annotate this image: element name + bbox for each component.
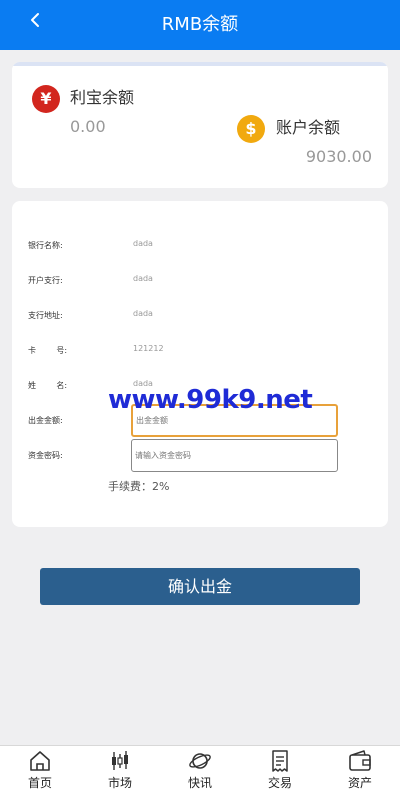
fund-password-input[interactable]: [131, 439, 338, 472]
candlestick-icon: [112, 751, 128, 770]
bottom-tab-bar: 首页 市场 快讯 交易 资产: [0, 745, 400, 800]
planet-icon: [189, 753, 211, 769]
account-balance-label: 账户余额: [276, 118, 341, 137]
yen-coin-icon: ¥: [32, 85, 60, 113]
branch-value: dada: [133, 274, 153, 283]
branch-label: 开户支行:: [28, 276, 63, 285]
card-number-label: 卡 号:: [28, 346, 68, 355]
confirm-withdraw-button[interactable]: 确认出金: [40, 568, 360, 605]
branch-address-label: 支行地址:: [28, 311, 63, 320]
receipt-icon: [272, 750, 288, 772]
dollar-coin-icon: $: [237, 115, 265, 143]
page-title: RMB余额: [161, 14, 239, 35]
tab-home[interactable]: 首页: [0, 746, 80, 800]
tab-assets-label: 资产: [347, 776, 372, 790]
tab-news-label: 快讯: [187, 776, 212, 790]
bank-name-value: dada: [133, 239, 153, 248]
tab-news[interactable]: 快讯: [160, 746, 240, 800]
fee-text: 手续费：2%: [108, 480, 170, 493]
balance-card: ¥ 利宝余额 0.00 $ 账户余额 9030.00: [12, 62, 388, 188]
home-icon: [30, 751, 50, 771]
watermark-text: www.99k9.net: [108, 385, 313, 415]
bank-name-label: 银行名称:: [28, 241, 63, 250]
tab-trade-label: 交易: [267, 776, 292, 790]
tab-trade[interactable]: 交易: [240, 746, 320, 800]
branch-address-value: dada: [133, 309, 153, 318]
tab-market[interactable]: 市场: [80, 746, 160, 800]
password-label: 资金密码:: [28, 451, 63, 460]
amount-label: 出金金额:: [28, 416, 63, 425]
card-number-value: 121212: [133, 344, 164, 353]
name-label: 姓 名:: [28, 381, 68, 390]
libao-balance-value: 0.00: [70, 117, 106, 136]
wallet-icon: [349, 750, 371, 771]
tab-market-label: 市场: [107, 776, 132, 790]
header-bar: RMB余额: [0, 0, 400, 50]
tab-home-label: 首页: [27, 776, 52, 790]
libao-balance-label: 利宝余额: [70, 88, 135, 107]
card-top-strip: [12, 62, 388, 66]
tab-assets[interactable]: 资产: [320, 746, 400, 800]
account-balance-value: 9030.00: [305, 147, 372, 166]
withdraw-form-card: 银行名称: dada 开户支行: dada 支行地址: dada 卡 号: 12…: [12, 201, 388, 527]
